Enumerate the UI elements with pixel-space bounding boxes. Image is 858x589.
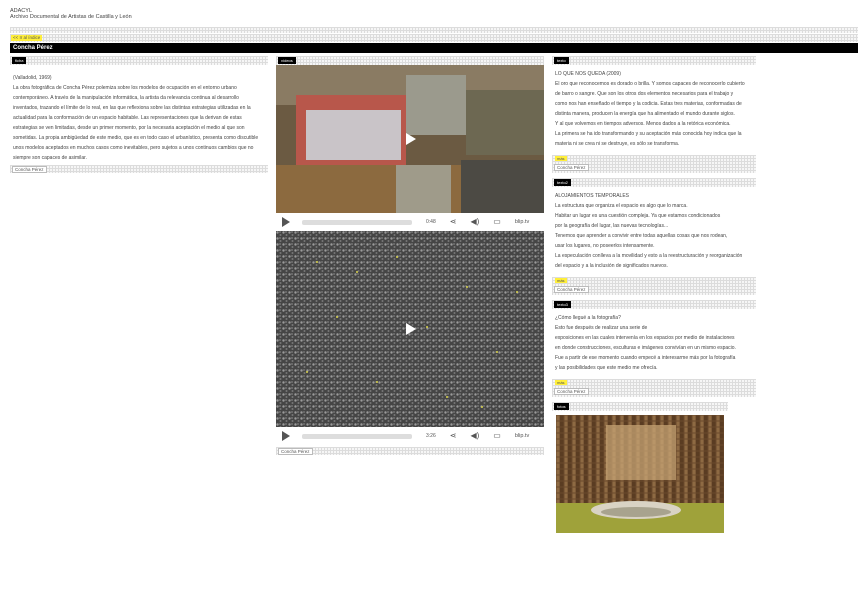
texto2-author-link[interactable]: Concha Pérez [554,286,589,293]
texto2-more-link[interactable]: más [555,278,567,283]
library-room-image [556,415,724,533]
video-player-1[interactable] [276,65,544,213]
videos-tag: vídeos [278,57,296,64]
video-1-controls: 0:48 ⋖ ◀) ▭ blip.tv [276,213,544,231]
texto3-line: en donde construcciones, esculturas e im… [555,345,736,351]
texts-section: texto LO QUE NOS QUEDA (2009) El oro que… [552,56,756,533]
video-2-brand[interactable]: blip.tv [515,433,529,439]
volume-icon[interactable]: ◀) [470,432,479,440]
texto-tag: texto [554,57,569,64]
texto2-line: ALOJAMIENTOS TEMPORALES [555,193,630,199]
ficha-line: inventados, trazando el límite de lo rea… [13,105,251,111]
texto2-line: Tenemos que aprender a convivir entre to… [555,233,728,239]
texto3-tag-row: texto3 [552,300,756,309]
texto-line: como nos han enseñado el tiempo y la cod… [555,101,742,107]
texto-line: materia ni se crea ni se destruye, es só… [555,141,680,147]
video-2-progress-bar[interactable] [302,433,412,439]
share-icon[interactable]: ⋖ [450,432,457,440]
play-overlay-icon[interactable] [406,133,416,145]
ficha-author-row: Concha Pérez [10,165,268,173]
share-icon[interactable]: ⋖ [450,218,457,226]
fotos-tag: fotos [554,403,569,410]
texto2-more-row: más Concha Pérez [552,277,756,295]
video-1-duration: 0:48 [426,219,436,225]
texto-author-link[interactable]: Concha Pérez [554,164,589,171]
texto3-line: ¿Cómo llegué a la fotografía? [555,315,621,321]
fullscreen-icon[interactable]: ▭ [493,432,501,440]
texto-more-link[interactable]: más [555,156,567,161]
video-player-2[interactable] [276,231,544,427]
texto3-author-link[interactable]: Concha Pérez [554,388,589,395]
texto2-tag-row: texto2 [552,178,756,187]
videos-section: vídeos 0:48 ⋖ ◀) ▭ blip.tv 3:26 ⋖ ◀) ▭ b… [276,56,544,455]
ficha-line: contemporáneo. A través de la manipulaci… [13,95,239,101]
texto-tag-row: texto [552,56,756,65]
site-header: ADACYL Archivo Documental de Artistas de… [10,8,850,26]
texto2-line: Habitar un lugar es una cuestión complej… [555,213,721,219]
volume-icon[interactable]: ◀) [470,218,479,226]
play-overlay-icon[interactable] [406,323,416,335]
texto-line: LO QUE NOS QUEDA (2009) [555,71,621,77]
texto3-more-row: más Concha Pérez [552,379,756,397]
site-subtitle: Archivo Documental de Artistas de Castil… [10,14,132,20]
videos-author-row: Concha Pérez [276,447,544,455]
play-icon[interactable] [282,217,290,227]
ficha-line: La obra fotográfica de Concha Pérez pole… [13,85,237,91]
texto3-line: Esto fue después de realizar una serie d… [555,325,648,331]
texto-line: distinta manera, producen la energía que… [555,111,735,117]
ficha-line: estrategias se ven limitadas, desde un p… [13,125,245,131]
video-1-brand[interactable]: blip.tv [515,219,529,225]
fullscreen-icon[interactable]: ▭ [493,218,501,226]
texto3-line: y las posibilidades que este medio me of… [555,365,658,371]
fotos-tag-row: fotos [552,402,728,411]
video-2-controls: 3:26 ⋖ ◀) ▭ blip.tv [276,427,544,445]
texto2-line: La especulación conlleva a la movilidad … [555,253,743,259]
texto2-line: usar los lugares, no poseerlos intensame… [555,243,655,249]
videos-tag-row: vídeos [276,56,544,65]
texto3-more-link[interactable]: más [555,380,567,385]
texto2-line: por la geografía del lugar, las nuevas t… [555,223,669,229]
artist-name: Concha Pérez [13,45,53,51]
texto-line: La primera se ha ido transformando y su … [555,131,742,137]
header-divider [10,27,858,33]
ficha-tag-row: ficha [10,56,268,65]
texto-line: Y al que volvemos en tiempos adversos. M… [555,121,731,127]
ficha-line: sometidas. La propia ambigüedad de este … [13,135,259,141]
back-to-index-link[interactable]: << Ir al índice [11,35,43,41]
artist-title-bar: Concha Pérez [10,43,858,53]
ficha-section: ficha (Valladolid, 1969) La obra fotográ… [10,56,268,173]
texto3-line: exposiciones en las cuales intervenía en… [555,335,735,341]
ficha-author-link[interactable]: Concha Pérez [12,166,47,173]
ficha-line: actualidad para la conformación de un es… [13,115,242,121]
foto-thumbnail[interactable] [556,415,724,533]
ficha-line: (Valladolid, 1969) [13,75,52,81]
video-1-progress-bar[interactable] [302,219,412,225]
texto2-line: La estructura que organiza el espacio es… [555,203,688,209]
texto3-tag: texto3 [554,301,571,308]
texto-line: El oro que reconocemos es dorado o brill… [555,81,745,87]
ficha-line: siempre son capaces de asimilar. [13,155,87,161]
nav-bar: << Ir al índice [10,34,858,42]
video-2-duration: 3:26 [426,433,436,439]
texto-line: de barro o sangre. Que son los otros dos… [555,91,734,97]
ficha-tag: ficha [12,57,27,64]
videos-author-link[interactable]: Concha Pérez [278,448,313,455]
texto-more-row: más Concha Pérez [552,155,756,173]
play-icon[interactable] [282,431,290,441]
texto2-tag: texto2 [554,179,571,186]
texto3-line: Fue a partir de ese momento cuando empec… [555,355,736,361]
ficha-line: unos modelos aceptados en muchos casos c… [13,145,254,151]
texto2-line: del espacio y a la inclusión de signific… [555,263,668,269]
